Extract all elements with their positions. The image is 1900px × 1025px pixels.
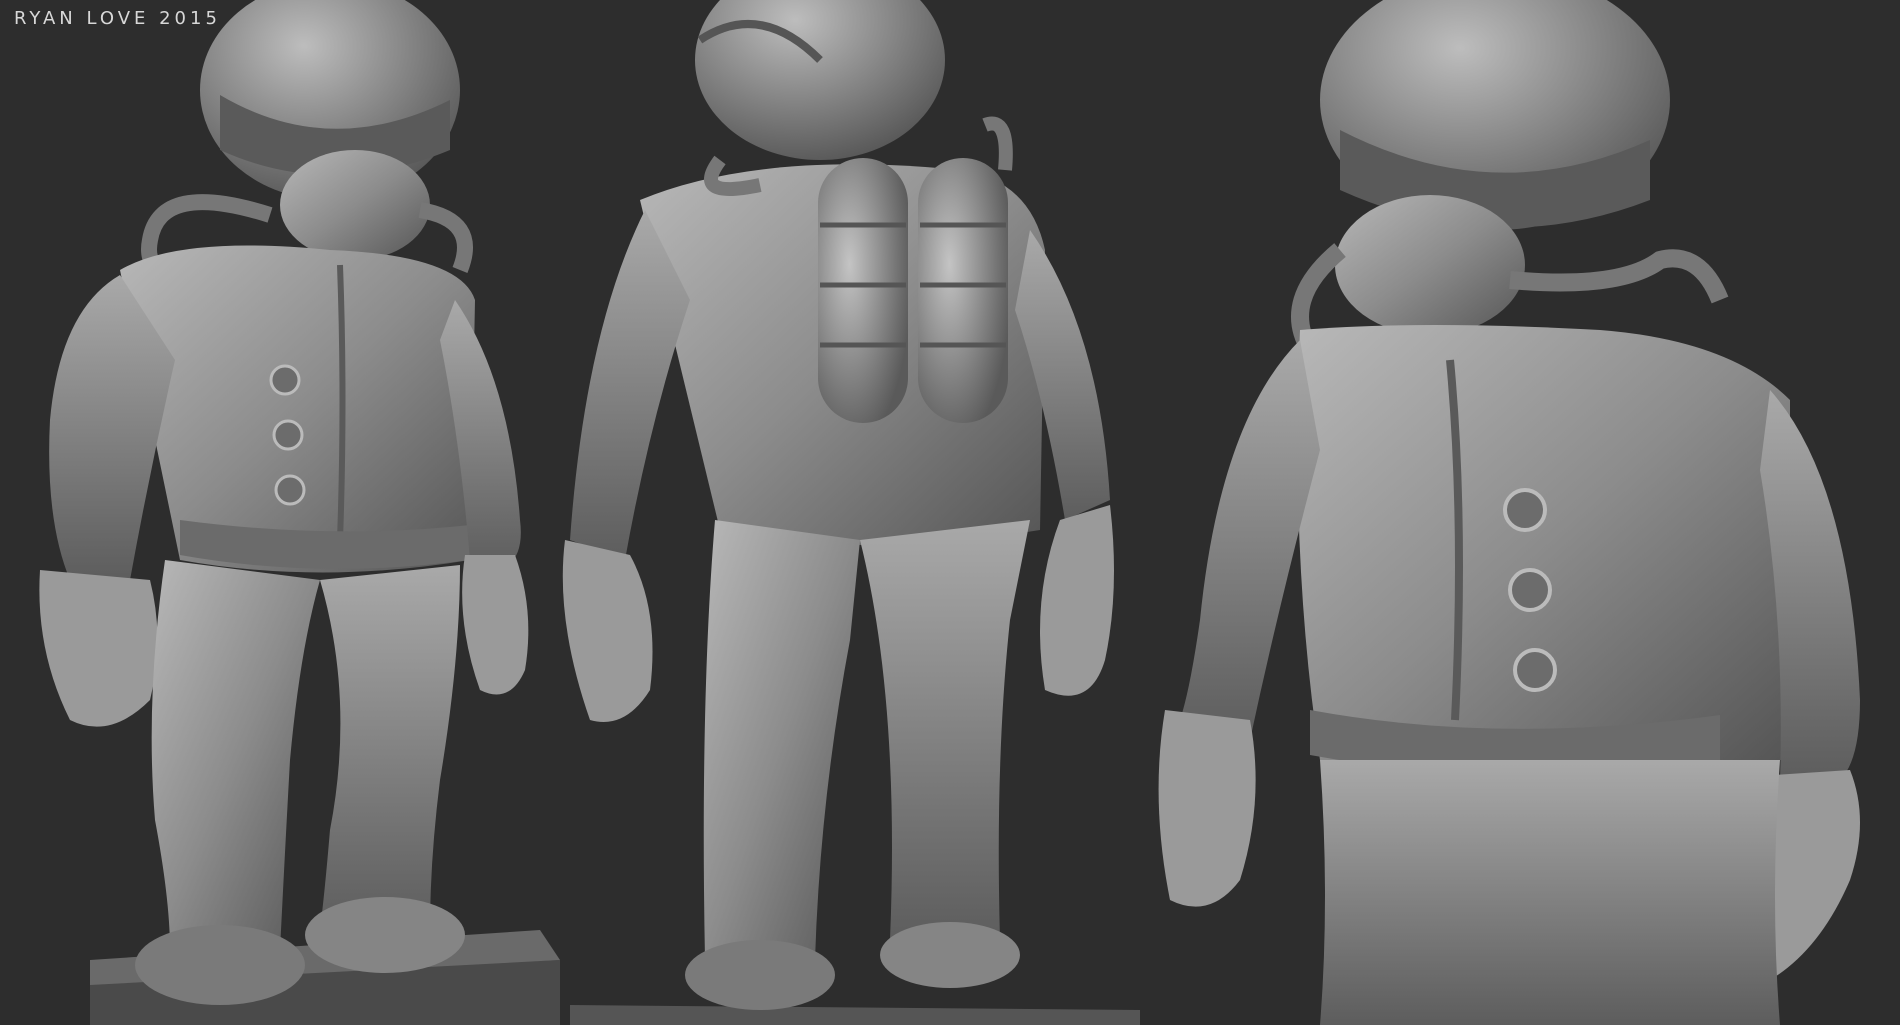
render-canvas: RYAN LOVE 2015 xyxy=(0,0,1900,1025)
artist-credit: RYAN LOVE 2015 xyxy=(14,8,221,29)
astronaut-sculpt-renders xyxy=(39,0,1860,1025)
back-three-quarter-view xyxy=(562,0,1140,1025)
front-close-up-view xyxy=(1158,0,1860,1025)
front-three-quarter-view xyxy=(39,0,560,1025)
